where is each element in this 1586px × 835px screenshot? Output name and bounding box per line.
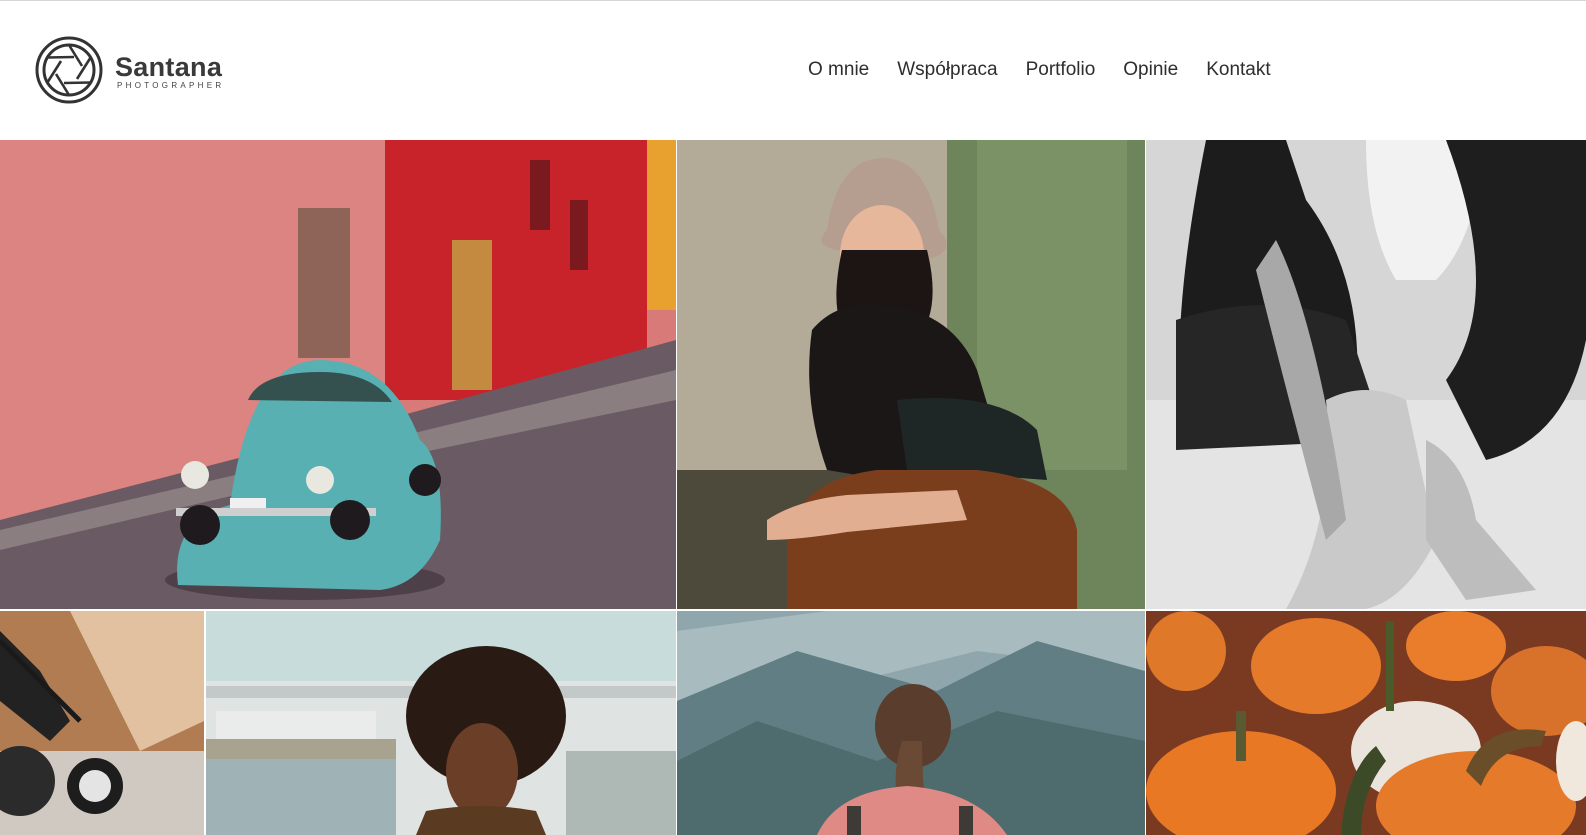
brand-tagline: PHOTOGRAPHER [117, 81, 225, 90]
nav-item-o-mnie[interactable]: O mnie [808, 59, 869, 81]
aperture-icon [35, 36, 103, 104]
photo-street-car[interactable] [0, 140, 676, 609]
site-header: Santana PHOTOGRAPHER O mnie Współpraca P… [0, 1, 1586, 140]
nav-item-wspolpraca[interactable]: Współpraca [897, 59, 997, 81]
photo-man-train[interactable] [206, 611, 676, 835]
photo-woman-hat[interactable] [677, 140, 1145, 609]
photo-woman-mountains[interactable] [677, 611, 1145, 835]
photo-bw-legs[interactable] [1146, 140, 1586, 609]
logo[interactable]: Santana PHOTOGRAPHER [35, 36, 224, 104]
nav-item-portfolio[interactable]: Portfolio [1026, 59, 1096, 81]
photo-pumpkins[interactable] [1146, 611, 1586, 835]
nav-item-kontakt[interactable]: Kontakt [1206, 59, 1270, 81]
brand-name: Santana [115, 52, 223, 82]
main-nav: O mnie Współpraca Portfolio Opinie Konta… [808, 59, 1299, 81]
nav-item-opinie[interactable]: Opinie [1123, 59, 1178, 81]
photo-motorcycle[interactable] [0, 611, 204, 835]
